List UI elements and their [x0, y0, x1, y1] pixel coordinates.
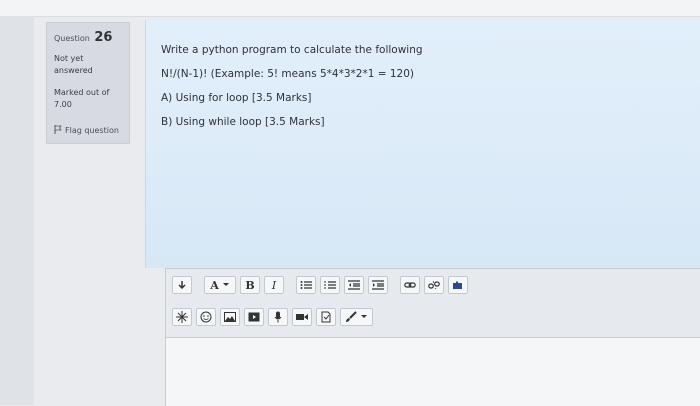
insert-media-button[interactable]	[244, 308, 264, 326]
numbered-list-icon	[324, 281, 336, 289]
bullet-list-icon	[300, 281, 312, 289]
question-line-1: Write a python program to calculate the …	[161, 44, 423, 56]
indent-button[interactable]	[368, 276, 388, 294]
question-info-panel: Question 26 Not yet answered Marked out …	[46, 22, 130, 144]
record-audio-button[interactable]	[268, 308, 288, 326]
unlink-button[interactable]	[424, 276, 444, 294]
show-more-icon	[178, 281, 186, 290]
equation-editor-button[interactable]	[172, 308, 192, 326]
image-icon	[224, 312, 236, 322]
outdent-icon	[348, 280, 360, 290]
bold-label: B	[245, 278, 255, 292]
paintbrush-icon	[346, 311, 357, 322]
media-icon	[248, 312, 260, 322]
status-line-1: Not yet	[54, 54, 84, 63]
question-line-4: B) Using while loop [3.5 Marks]	[161, 116, 325, 128]
flag-icon	[54, 125, 62, 134]
emoticon-icon	[200, 311, 212, 323]
question-label: Question	[54, 34, 90, 43]
font-color-label: A	[210, 278, 219, 292]
top-strip	[0, 0, 700, 17]
unlink-icon	[428, 280, 440, 290]
toolbar-row-2	[172, 307, 377, 327]
accessibility-checker-button[interactable]	[340, 308, 373, 326]
flag-question-label: Flag question	[65, 126, 119, 135]
manage-files-button[interactable]	[448, 276, 468, 294]
toolbar-toggle-button[interactable]	[172, 276, 192, 294]
link-icon	[404, 282, 416, 288]
question-line-2: N!/(N-1)! (Example: 5! means 5*4*3*2*1 =…	[161, 68, 415, 80]
marked-out-of-label: Marked out of	[54, 88, 110, 97]
insert-image-button[interactable]	[220, 308, 240, 326]
insert-emoticon-button[interactable]	[196, 308, 216, 326]
question-number-line: Question 26	[54, 30, 112, 45]
italic-label: I	[271, 278, 277, 292]
indent-icon	[372, 280, 384, 290]
question-number: 26	[94, 30, 113, 45]
manage-files-button-2[interactable]	[316, 308, 336, 326]
question-marks: Marked out of 7.00	[54, 87, 109, 111]
answer-editor: A B I	[165, 268, 700, 406]
chevron-down-icon	[361, 315, 367, 318]
status-line-2: answered	[54, 66, 93, 75]
equation-icon	[176, 311, 188, 323]
video-camera-icon	[296, 314, 308, 320]
insert-link-button[interactable]	[400, 276, 420, 294]
font-color-button[interactable]: A	[204, 276, 236, 294]
marked-value: 7.00	[54, 100, 72, 109]
question-status: Not yet answered	[54, 53, 93, 77]
answer-text-area[interactable]	[166, 338, 700, 406]
microphone-icon	[274, 311, 282, 323]
ordered-list-button[interactable]	[320, 276, 340, 294]
flag-question-link[interactable]: Flag question	[54, 125, 119, 135]
question-line-3: A) Using for loop [3.5 Marks]	[161, 92, 312, 104]
italic-button[interactable]: I	[264, 276, 284, 294]
file-manager-icon	[321, 311, 331, 323]
toolbar-row-1: A B I	[172, 275, 472, 295]
editor-toolbar: A B I	[166, 269, 700, 338]
record-video-button[interactable]	[292, 308, 312, 326]
left-edge	[0, 16, 34, 405]
chevron-down-icon	[222, 283, 229, 286]
question-text-panel: Write a python program to calculate the …	[145, 20, 700, 268]
question-text: Write a python program to calculate the …	[161, 38, 681, 134]
outdent-button[interactable]	[344, 276, 364, 294]
puzzle-icon	[453, 281, 462, 289]
bold-button[interactable]: B	[240, 276, 260, 294]
unordered-list-button[interactable]	[296, 276, 316, 294]
